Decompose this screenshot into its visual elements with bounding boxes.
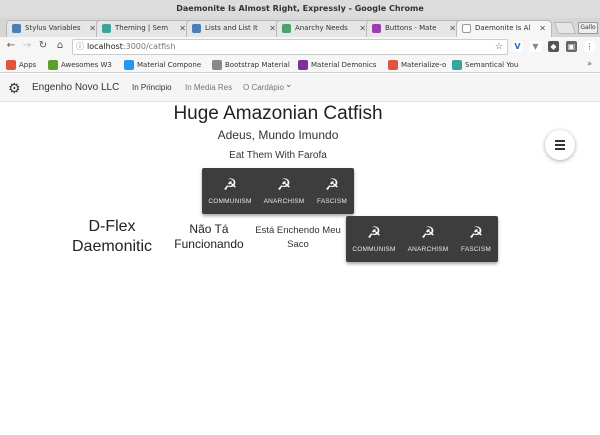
bookmarks-bar: Apps Awesomes W3 Material Compone Bootst… (0, 57, 600, 73)
close-icon[interactable]: ✕ (269, 21, 276, 36)
communism-button[interactable]: ☭ COMMUNISM (202, 168, 258, 214)
close-icon[interactable]: ✕ (539, 21, 546, 36)
brand[interactable]: ⚙ Engenho Novo LLC (8, 80, 119, 96)
w3-icon (48, 60, 58, 70)
bookmark-star-icon[interactable]: ☆ (495, 40, 503, 54)
anarchism-button[interactable]: ☭ ANARCHISM (258, 168, 310, 214)
tab-buttons[interactable]: Buttons - Mate ✕ (366, 20, 462, 37)
tab-lists[interactable]: Lists and List It ✕ (186, 20, 282, 37)
bookmark-awesomes[interactable]: Awesomes W3 (48, 59, 112, 71)
semantic-icon (452, 60, 462, 70)
close-icon[interactable]: ✕ (179, 21, 186, 36)
apps-grid-icon (6, 60, 16, 70)
reload-icon[interactable]: ↻ (36, 39, 50, 53)
page-icon (212, 60, 222, 70)
hammer-sickle-icon: ☭ (276, 177, 292, 194)
nav-o-cardapio[interactable]: O Cardápio (243, 83, 284, 92)
fascism-button[interactable]: ☭ FASCISM (310, 168, 354, 214)
tab-favicon-icon (372, 24, 381, 33)
menu-fab-button[interactable] (545, 130, 575, 160)
bookmark-apps[interactable]: Apps (6, 59, 36, 71)
tab-favicon-icon (192, 24, 201, 33)
tab-daemonite[interactable]: Daemonite Is Al ✕ (456, 20, 552, 37)
hamburger-menu-icon (555, 140, 565, 150)
profile-button[interactable]: Gallo (578, 22, 598, 34)
tab-anarchy[interactable]: Anarchy Needs ✕ (276, 20, 372, 37)
communism-button[interactable]: ☭ COMMUNISM (346, 216, 402, 262)
puzzle-extension-icon[interactable]: ◆ (548, 41, 559, 52)
address-bar: ← → ↻ ⌂ ⓘ localhost:3000/catfish ☆ V ▼ ◆… (0, 37, 600, 57)
hammer-sickle-icon: ☭ (420, 225, 436, 242)
materialize-icon (388, 60, 398, 70)
page-subtitle: Adeus, Mundo Imundo (217, 128, 339, 142)
close-icon[interactable]: ✕ (359, 21, 366, 36)
fascism-button[interactable]: ☭ FASCISM (454, 216, 498, 262)
app-navbar: ⚙ Engenho Novo LLC In Principio In Media… (0, 74, 600, 102)
filter-extension-icon[interactable]: ▼ (530, 41, 541, 52)
forward-icon[interactable]: → (20, 39, 34, 53)
hammer-sickle-icon: ☭ (222, 177, 238, 194)
back-icon[interactable]: ← (4, 39, 18, 53)
hammer-sickle-icon: ☭ (366, 225, 382, 242)
esta-enchendo-text: Está Enchendo Meu Saco (255, 225, 341, 250)
tab-favicon-icon (102, 24, 111, 33)
material-icon (124, 60, 134, 70)
menu-icon[interactable]: ⋮ (584, 41, 595, 52)
material-demonics-icon (298, 60, 308, 70)
close-icon[interactable]: ✕ (449, 21, 456, 36)
url-input[interactable]: ⓘ localhost:3000/catfish ☆ (72, 39, 508, 55)
anarchism-button[interactable]: ☭ ANARCHISM (402, 216, 454, 262)
nao-ta-funcionando-text: Não Tá Funcionando (174, 222, 244, 251)
tab-favicon-icon (282, 24, 291, 33)
page-subtitle-secondary: Eat Them With Farofa (229, 150, 327, 161)
ideology-toolbar-bottom: ☭ COMMUNISM ☭ ANARCHISM ☭ FASCISM (346, 216, 498, 262)
hammer-sickle-icon: ☭ (324, 177, 340, 194)
tab-strip: Stylus Variables ✕ Theming | Sem ✕ Lists… (0, 18, 600, 37)
chevron-down-icon[interactable]: ⌄ (285, 80, 293, 90)
vuetify-extension-icon[interactable]: V (512, 41, 523, 52)
bookmark-semantical[interactable]: Semantical You (452, 59, 518, 71)
tab-favicon-icon (12, 24, 21, 33)
nav-in-media-res[interactable]: In Media Res (185, 83, 232, 92)
ideology-toolbar-top: ☭ COMMUNISM ☭ ANARCHISM ☭ FASCISM (202, 168, 354, 214)
window-title: Daemonite Is Almost Right, Expressly - G… (0, 0, 600, 18)
bookmark-material-compone[interactable]: Material Compone (124, 59, 201, 71)
page-title: Huge Amazonian Catfish (173, 103, 383, 124)
new-tab-button[interactable] (553, 22, 577, 34)
info-icon[interactable]: ⓘ (76, 40, 84, 54)
bookmark-materialize[interactable]: Materialize-o (388, 59, 446, 71)
bookmark-material-demonics[interactable]: Material Demonics (298, 59, 376, 71)
hammer-sickle-icon: ☭ (468, 225, 484, 242)
tab-theming[interactable]: Theming | Sem ✕ (96, 20, 192, 37)
screenshot-extension-icon[interactable]: ▣ (566, 41, 577, 52)
more-bookmarks-icon[interactable]: » (587, 59, 592, 68)
tab-favicon-icon (462, 24, 471, 33)
dflex-heading: D-Flex Daemonitic (71, 218, 153, 255)
gears-icon: ⚙ (8, 80, 21, 96)
home-icon[interactable]: ⌂ (53, 39, 67, 53)
tab-stylus-variables[interactable]: Stylus Variables ✕ (6, 20, 102, 37)
close-icon[interactable]: ✕ (89, 21, 96, 36)
bookmark-bootstrap-material[interactable]: Bootstrap Material (212, 59, 290, 71)
nav-in-principio[interactable]: In Principio (132, 83, 172, 92)
